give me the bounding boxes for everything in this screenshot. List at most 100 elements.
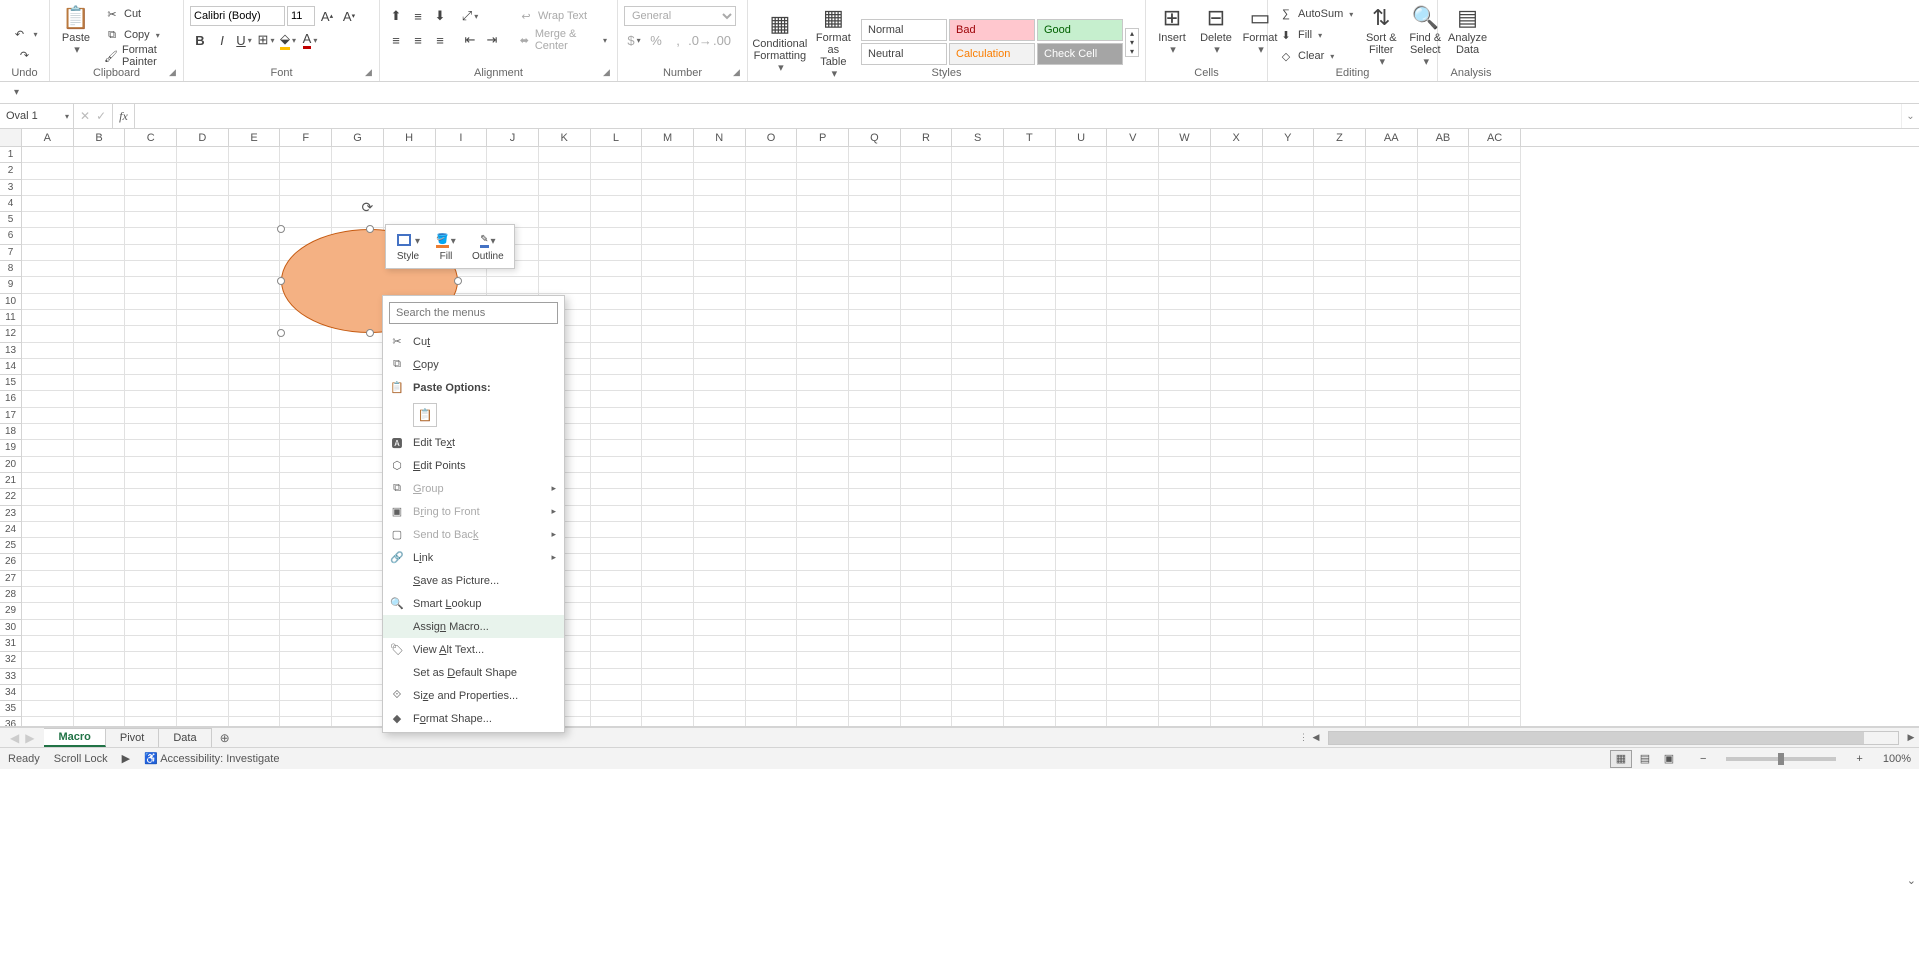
cell[interactable] xyxy=(125,685,177,701)
cell[interactable] xyxy=(591,652,643,668)
font-name-input[interactable] xyxy=(190,6,285,26)
cell[interactable] xyxy=(694,147,746,163)
cell[interactable] xyxy=(74,554,126,570)
cancel-formula-button[interactable]: ✕ xyxy=(80,109,90,123)
cell[interactable] xyxy=(177,554,229,570)
cell[interactable] xyxy=(1159,701,1211,717)
cell[interactable] xyxy=(280,701,332,717)
cell[interactable] xyxy=(1107,391,1159,407)
cell[interactable] xyxy=(952,180,1004,196)
cell[interactable] xyxy=(1263,391,1315,407)
cell[interactable] xyxy=(746,603,798,619)
cell[interactable] xyxy=(487,147,539,163)
cell[interactable] xyxy=(746,685,798,701)
cell[interactable] xyxy=(797,701,849,717)
cell[interactable] xyxy=(901,163,953,179)
cell[interactable] xyxy=(177,196,229,212)
cell[interactable] xyxy=(1056,343,1108,359)
cell[interactable] xyxy=(591,603,643,619)
cell[interactable] xyxy=(125,212,177,228)
cell[interactable] xyxy=(694,359,746,375)
cell[interactable] xyxy=(1159,538,1211,554)
row-header-23[interactable]: 23 xyxy=(0,506,22,522)
cell[interactable] xyxy=(1056,636,1108,652)
cell[interactable] xyxy=(125,180,177,196)
cell[interactable] xyxy=(1159,636,1211,652)
cell[interactable] xyxy=(849,147,901,163)
row-header-36[interactable]: 36 xyxy=(0,717,22,726)
cell[interactable] xyxy=(952,310,1004,326)
cell[interactable] xyxy=(642,489,694,505)
style-bad[interactable]: Bad xyxy=(949,19,1035,41)
undo-button[interactable]: ↶▾ xyxy=(7,24,41,44)
cell[interactable] xyxy=(332,375,384,391)
cell[interactable] xyxy=(642,326,694,342)
cell[interactable] xyxy=(1159,717,1211,726)
column-header-B[interactable]: B xyxy=(74,129,126,146)
row-header-19[interactable]: 19 xyxy=(0,440,22,456)
cell[interactable] xyxy=(74,506,126,522)
cell[interactable] xyxy=(1366,212,1418,228)
cell[interactable] xyxy=(1107,310,1159,326)
cell[interactable] xyxy=(125,343,177,359)
cell[interactable] xyxy=(1263,571,1315,587)
cell[interactable] xyxy=(746,717,798,726)
cell[interactable] xyxy=(1418,228,1470,244)
cell[interactable] xyxy=(177,391,229,407)
cell[interactable] xyxy=(1159,408,1211,424)
cell[interactable] xyxy=(22,277,74,293)
column-header-A[interactable]: A xyxy=(22,129,74,146)
cell[interactable] xyxy=(332,636,384,652)
cell[interactable] xyxy=(797,261,849,277)
cell[interactable] xyxy=(1056,408,1108,424)
cell[interactable] xyxy=(642,196,694,212)
cell[interactable] xyxy=(642,538,694,554)
cell[interactable] xyxy=(125,228,177,244)
cell[interactable] xyxy=(229,571,281,587)
cell[interactable] xyxy=(1107,424,1159,440)
cell[interactable] xyxy=(591,571,643,587)
cell[interactable] xyxy=(849,277,901,293)
cell[interactable] xyxy=(1159,554,1211,570)
cell[interactable] xyxy=(280,391,332,407)
cell[interactable] xyxy=(642,603,694,619)
cell[interactable] xyxy=(952,603,1004,619)
decrease-decimal-button[interactable]: .00 xyxy=(712,30,732,50)
cell[interactable] xyxy=(177,603,229,619)
cell[interactable] xyxy=(177,343,229,359)
cell[interactable] xyxy=(952,277,1004,293)
cell[interactable] xyxy=(642,473,694,489)
cell[interactable] xyxy=(642,652,694,668)
cell[interactable] xyxy=(642,522,694,538)
cell[interactable] xyxy=(1211,473,1263,489)
cell[interactable] xyxy=(22,391,74,407)
macro-record-icon[interactable]: ▶ xyxy=(122,752,130,765)
cell[interactable] xyxy=(1314,717,1366,726)
cell[interactable] xyxy=(177,587,229,603)
cell[interactable] xyxy=(1263,424,1315,440)
cell[interactable] xyxy=(1056,571,1108,587)
cell[interactable] xyxy=(1418,473,1470,489)
cell[interactable] xyxy=(1314,163,1366,179)
cell[interactable] xyxy=(1418,636,1470,652)
cell[interactable] xyxy=(332,620,384,636)
status-accessibility[interactable]: ♿ Accessibility: Investigate xyxy=(144,752,279,765)
cell[interactable] xyxy=(642,391,694,407)
cell[interactable] xyxy=(280,636,332,652)
cell[interactable] xyxy=(177,620,229,636)
cell[interactable] xyxy=(1366,506,1418,522)
cell[interactable] xyxy=(1211,359,1263,375)
cell[interactable] xyxy=(74,228,126,244)
cell[interactable] xyxy=(746,180,798,196)
cell[interactable] xyxy=(797,391,849,407)
column-header-Q[interactable]: Q xyxy=(849,129,901,146)
cell[interactable] xyxy=(952,652,1004,668)
cell[interactable] xyxy=(1418,522,1470,538)
cell[interactable] xyxy=(1314,326,1366,342)
cell[interactable] xyxy=(332,391,384,407)
cell[interactable] xyxy=(849,522,901,538)
cell[interactable] xyxy=(642,636,694,652)
cell[interactable] xyxy=(1418,212,1470,228)
cell[interactable] xyxy=(849,440,901,456)
cell[interactable] xyxy=(1366,571,1418,587)
